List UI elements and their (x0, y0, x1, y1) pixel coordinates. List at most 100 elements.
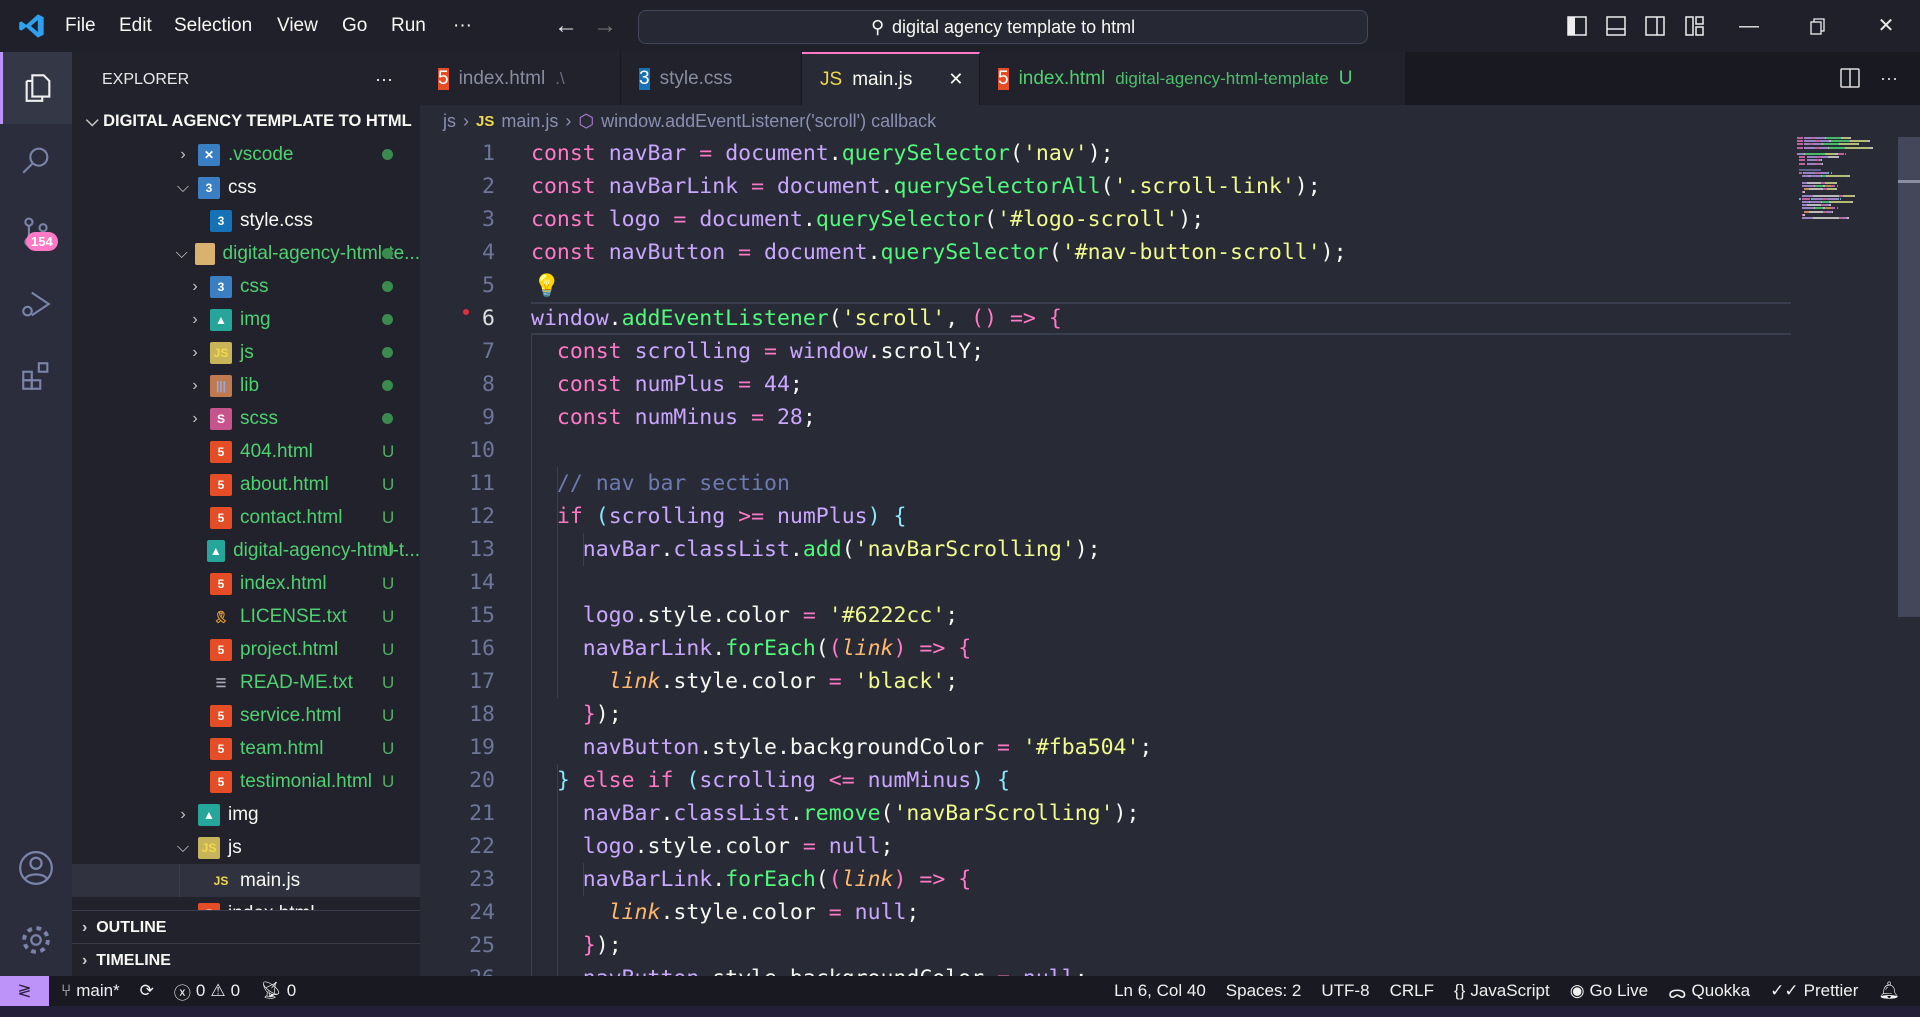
tree-item-folder[interactable]: › ▲ img (72, 303, 420, 336)
code-token: 28 (776, 405, 803, 430)
lib-folder-icon: ||| (210, 374, 232, 397)
tree-item-file[interactable]: 5 contact.html U (72, 501, 420, 534)
notifications-button[interactable]: 🔔︎ (1878, 981, 1900, 1001)
tree-item-file[interactable]: ▲ digital-agency-html-t... U (72, 534, 420, 567)
code-token: ; (1191, 207, 1205, 232)
tree-item-folder[interactable]: ⌵ digital-agency-html-te... (72, 237, 420, 270)
tree-item-file[interactable]: JS main.js (72, 864, 420, 897)
close-window-icon[interactable]: ✕ (1874, 14, 1898, 38)
tree-item-folder[interactable]: ⌵ 3 css (72, 171, 420, 204)
line-number: 16 (469, 636, 495, 661)
breadcrumb-file[interactable]: main.js (501, 111, 558, 132)
breadcrumb-folder[interactable]: js (443, 111, 456, 132)
search-activity[interactable] (0, 124, 72, 196)
tree-item-file[interactable]: 5 index.html U (72, 567, 420, 600)
menu-run[interactable]: Run (391, 0, 426, 52)
remote-button[interactable]: ≷ (0, 976, 49, 1006)
explorer-activity[interactable] (0, 52, 72, 124)
tab-main-js[interactable]: JS main.js ✕ (802, 52, 980, 105)
tree-item-folder[interactable]: › ||| lib (72, 369, 420, 402)
customize-layout-icon[interactable] (1683, 14, 1707, 38)
tree-item-folder[interactable]: › ✕ .vscode (72, 138, 420, 171)
outline-section[interactable]: › OUTLINE (72, 910, 420, 943)
restore-icon[interactable] (1805, 14, 1829, 38)
tree-item-file[interactable]: ☰ READ-ME.txt U (72, 666, 420, 699)
toggle-primary-sidebar-icon[interactable] (1565, 14, 1589, 38)
forward-arrow-icon[interactable]: → (593, 14, 617, 38)
branch-indicator[interactable]: ⑂ main* (61, 981, 120, 1001)
problems-indicator[interactable]: ⓧ 0 ⚠ 0 (174, 979, 240, 1004)
run-debug-activity[interactable] (0, 268, 72, 340)
split-editor-icon[interactable] (1838, 66, 1862, 90)
tree-item-folder[interactable]: › 3 css (72, 270, 420, 303)
code-token: => (906, 636, 946, 661)
menu-selection[interactable]: Selection (174, 0, 252, 52)
code-token: ( (1100, 174, 1114, 199)
language-mode[interactable]: {} JavaScript (1454, 981, 1550, 1001)
extensions-activity[interactable] (0, 340, 72, 412)
menu-go[interactable]: Go (342, 0, 367, 52)
editor-more-icon[interactable]: ··· (1880, 52, 1898, 105)
code-token: link (841, 636, 894, 661)
tab-index-html[interactable]: 5 index.html digital-agency-html-template U (980, 52, 1406, 105)
tree-item-folder[interactable]: ⌵ JS js (72, 831, 420, 864)
tree-item-file[interactable]: 5 team.html U (72, 732, 420, 765)
toggle-panel-icon[interactable] (1604, 14, 1628, 38)
menu-view[interactable]: View (277, 0, 318, 52)
tree-item-file[interactable]: 5 404.html U (72, 435, 420, 468)
tree-item-file[interactable]: 5 project.html U (72, 633, 420, 666)
ports-indicator[interactable]: 📡︎ 0 (260, 981, 296, 1001)
code-editor[interactable]: 💡 1 const navBar = document.querySelector… (420, 137, 1920, 976)
tree-item-file[interactable]: 5 testimonial.html U (72, 765, 420, 798)
go-live-button[interactable]: ◉ Go Live (1570, 981, 1648, 1001)
tree-item-file[interactable]: 5 service.html U (72, 699, 420, 732)
indentation[interactable]: Spaces: 2 (1226, 981, 1302, 1001)
encoding[interactable]: UTF-8 (1321, 981, 1369, 1001)
tree-item-file[interactable]: 🎗︎ LICENSE.txt U (72, 600, 420, 633)
source-control-activity[interactable]: 154 (0, 196, 72, 268)
cursor-position[interactable]: Ln 6, Col 40 (1114, 981, 1206, 1001)
tab-style-css[interactable]: 3 style.css (621, 52, 802, 105)
html-icon: 5 (438, 67, 449, 90)
quokka-button[interactable]: ᯅ Quokka (1668, 980, 1750, 1003)
tree-item-folder[interactable]: › JS js (72, 336, 420, 369)
prettier-button[interactable]: ✓✓ Prettier (1770, 981, 1858, 1001)
breadcrumb-symbol[interactable]: window.addEventListener('scroll') callba… (601, 111, 936, 132)
workspace-root-folder[interactable]: ⌵ DIGITAL AGENCY TEMPLATE TO HTML (72, 105, 420, 138)
code-token: scrolling (608, 504, 726, 529)
tree-item-file[interactable]: 5 index.html (72, 897, 420, 910)
accounts-activity[interactable] (0, 832, 72, 904)
back-arrow-icon[interactable]: ← (554, 14, 578, 38)
minimize-icon[interactable]: — (1737, 14, 1761, 38)
line-number: 8 (482, 372, 495, 397)
lightbulb-icon[interactable]: 💡 (533, 273, 560, 299)
minimap-mark (1806, 156, 1818, 159)
tree-item-file[interactable]: 3 style.css (72, 204, 420, 237)
tree-item-folder[interactable]: › Sscss (72, 402, 420, 435)
minimap-mark (1801, 217, 1813, 219)
command-center-search[interactable]: ⚲ digital agency template to html (638, 10, 1368, 44)
minimap[interactable] (1797, 137, 1898, 976)
line-ending[interactable]: CRLF (1390, 981, 1434, 1001)
manage-activity[interactable] (0, 904, 72, 976)
explorer-more-button[interactable]: ··· (375, 63, 393, 96)
minimap-mark (1809, 188, 1824, 191)
timeline-section[interactable]: › TIMELINE (72, 943, 420, 976)
tab-index-html[interactable]: 5 index.html .\ (420, 52, 621, 105)
sync-button[interactable]: ⟳ (140, 981, 154, 1001)
minimap-mark (1822, 201, 1830, 203)
code-token: .style.color (634, 834, 790, 859)
close-tab-icon[interactable]: ✕ (948, 69, 963, 90)
menu-edit[interactable]: Edit (119, 0, 152, 52)
menu-file[interactable]: File (65, 0, 96, 52)
scrollbar-thumb[interactable] (1898, 137, 1920, 617)
minimap-mark (1812, 197, 1824, 200)
menu-[interactable]: ··· (453, 0, 472, 52)
tree-item-folder[interactable]: › ▲ img (72, 798, 420, 831)
tree-item-file[interactable]: 5 about.html U (72, 468, 420, 501)
editor-scrollbar[interactable] (1898, 137, 1920, 976)
toggle-secondary-sidebar-icon[interactable] (1643, 14, 1667, 38)
